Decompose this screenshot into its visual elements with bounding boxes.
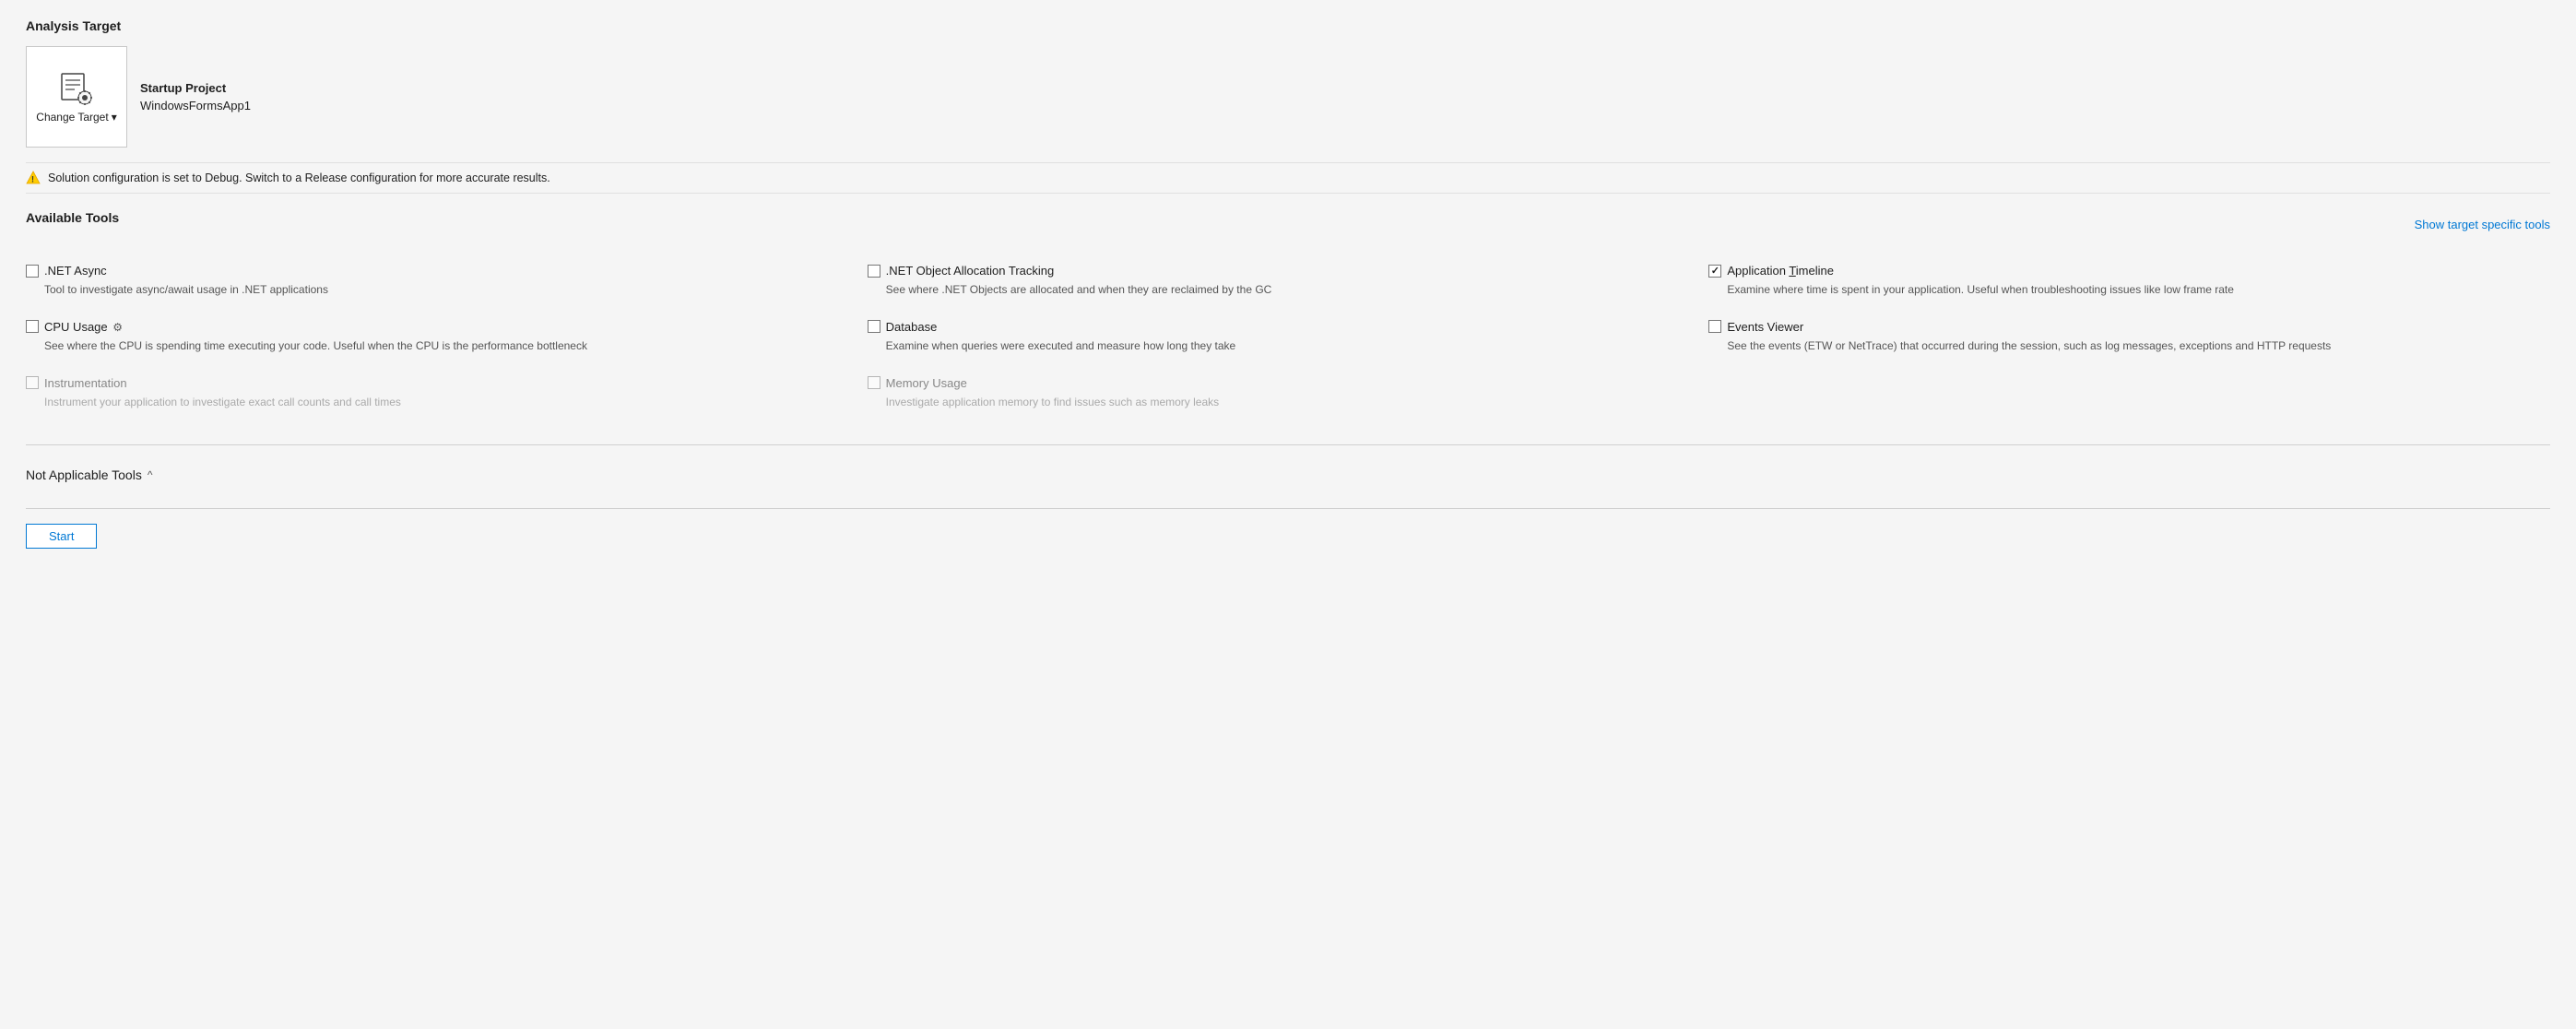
tool-header-dotnet-async: .NET Async [26, 264, 853, 278]
svg-text:!: ! [31, 175, 34, 184]
tool-name-memory-usage: Memory Usage [886, 376, 967, 390]
tool-checkbox-database[interactable] [868, 320, 880, 333]
tool-item-dotnet-object-allocation: .NET Object Allocation Tracking See wher… [868, 254, 1709, 311]
tool-checkbox-memory-usage[interactable] [868, 376, 880, 389]
tool-item-empty [1708, 367, 2550, 423]
tool-checkbox-events-viewer[interactable] [1708, 320, 1721, 333]
tool-checkbox-dotnet-async[interactable] [26, 265, 39, 278]
tool-item-memory-usage: Memory Usage Investigate application mem… [868, 367, 1709, 423]
tool-item-instrumentation: Instrumentation Instrument your applicat… [26, 367, 868, 423]
bottom-bar: Start [26, 508, 2550, 556]
tool-header-cpu-usage: CPU Usage ⚙ [26, 320, 853, 334]
cpu-usage-gear-icon[interactable]: ⚙ [112, 321, 123, 334]
tool-item-cpu-usage: CPU Usage ⚙ See where the CPU is spendin… [26, 311, 868, 367]
change-target-icon [58, 70, 95, 107]
collapse-icon: ^ [148, 468, 153, 481]
tool-item-dotnet-async: .NET Async Tool to investigate async/awa… [26, 254, 868, 311]
startup-project-info: Startup Project WindowsFormsApp1 [140, 81, 251, 112]
not-applicable-title: Not Applicable Tools [26, 467, 142, 482]
tool-description-cpu-usage: See where the CPU is spending time execu… [26, 338, 853, 354]
not-applicable-header[interactable]: Not Applicable Tools ^ [26, 460, 2550, 490]
page-container: Analysis Target Chan [0, 0, 2576, 574]
tool-header-dotnet-object-allocation: .NET Object Allocation Tracking [868, 264, 1695, 278]
change-target-button[interactable]: Change Target ▾ [26, 46, 127, 148]
tool-checkbox-instrumentation[interactable] [26, 376, 39, 389]
tool-item-events-viewer: Events Viewer See the events (ETW or Net… [1708, 311, 2550, 367]
tool-description-database: Examine when queries were executed and m… [868, 338, 1695, 354]
available-tools-title: Available Tools [26, 210, 119, 225]
startup-project-name: WindowsFormsApp1 [140, 99, 251, 112]
tool-header-memory-usage: Memory Usage [868, 376, 1695, 390]
tool-description-application-timeline: Examine where time is spent in your appl… [1708, 282, 2535, 298]
not-applicable-section: Not Applicable Tools ^ [26, 460, 2550, 490]
warning-text: Solution configuration is set to Debug. … [48, 172, 550, 184]
tool-description-events-viewer: See the events (ETW or NetTrace) that oc… [1708, 338, 2535, 354]
tool-name-dotnet-async: .NET Async [44, 264, 107, 278]
warning-icon: ! [26, 171, 41, 185]
startup-project-title: Startup Project [140, 81, 251, 95]
tool-header-events-viewer: Events Viewer [1708, 320, 2535, 334]
tool-header-application-timeline: Application Timeline [1708, 264, 2535, 278]
tools-divider [26, 444, 2550, 445]
tool-header-database: Database [868, 320, 1695, 334]
tool-name-instrumentation: Instrumentation [44, 376, 127, 390]
tool-description-memory-usage: Investigate application memory to find i… [868, 395, 1695, 410]
tool-description-dotnet-object-allocation: See where .NET Objects are allocated and… [868, 282, 1695, 298]
tool-name-dotnet-object-allocation: .NET Object Allocation Tracking [886, 264, 1055, 278]
tool-checkbox-dotnet-object-allocation[interactable] [868, 265, 880, 278]
start-button[interactable]: Start [26, 524, 97, 549]
tool-description-instrumentation: Instrument your application to investiga… [26, 395, 853, 410]
tool-checkbox-cpu-usage[interactable] [26, 320, 39, 333]
change-target-label: Change Target ▾ [36, 111, 116, 124]
tool-description-dotnet-async: Tool to investigate async/await usage in… [26, 282, 853, 298]
analysis-target-title: Analysis Target [26, 18, 2550, 33]
warning-bar: ! Solution configuration is set to Debug… [26, 162, 2550, 194]
tool-item-database: Database Examine when queries were execu… [868, 311, 1709, 367]
tool-name-events-viewer: Events Viewer [1727, 320, 1803, 334]
tool-name-cpu-usage: CPU Usage ⚙ [44, 320, 123, 334]
tool-item-application-timeline: Application Timeline Examine where time … [1708, 254, 2550, 311]
show-target-specific-tools-link[interactable]: Show target specific tools [2415, 218, 2550, 231]
tools-grid: .NET Async Tool to investigate async/awa… [26, 254, 2550, 422]
analysis-target-row: Change Target ▾ Startup Project WindowsF… [26, 46, 2550, 148]
change-target-chevron: ▾ [112, 111, 117, 124]
tool-checkbox-application-timeline[interactable] [1708, 265, 1721, 278]
available-tools-header: Available Tools Show target specific too… [26, 210, 2550, 238]
tool-header-instrumentation: Instrumentation [26, 376, 853, 390]
tool-name-application-timeline: Application Timeline [1727, 264, 1834, 278]
tool-name-database: Database [886, 320, 938, 334]
